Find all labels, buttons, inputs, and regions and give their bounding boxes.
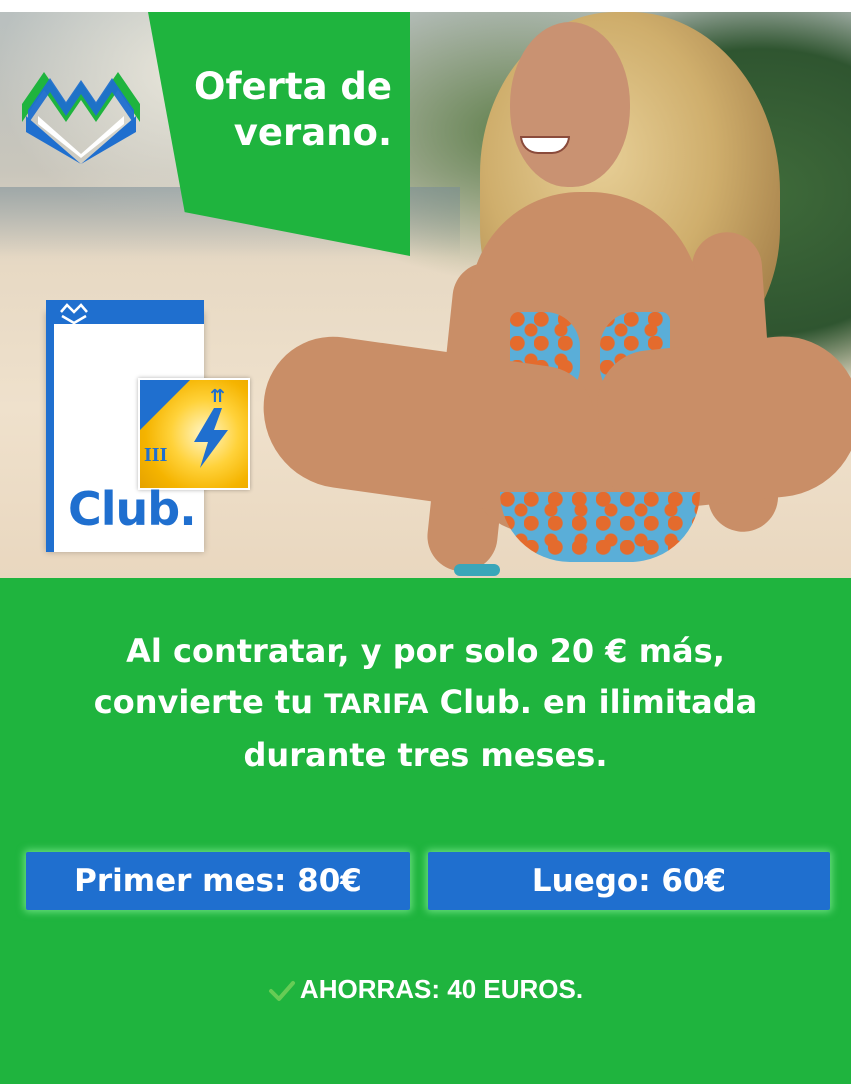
offer-line-2-pre: convierte tu: [93, 683, 325, 721]
sticker-corner: [140, 380, 190, 430]
club-product-box: ⇈ III Club.: [46, 300, 250, 552]
bracelet: [454, 564, 500, 576]
box-sticker: ⇈ III: [138, 378, 250, 490]
person-leg-right: [592, 328, 851, 516]
later-price-box: Luego: 60€: [428, 852, 830, 910]
offer-line-2-post: Club. en ilimitada: [428, 683, 758, 721]
lightning-bolt-icon: [194, 408, 228, 468]
first-month-price-box: Primer mes: 80€: [26, 852, 410, 910]
sticker-numeral: III: [144, 444, 168, 466]
offer-tarifa-word: TARIFA: [324, 689, 429, 720]
box-top-stripe: [46, 300, 204, 324]
mini-mountain-logo-icon: [60, 303, 88, 324]
bikini-bottom: [500, 492, 700, 562]
offer-description: Al contratar, y por solo 20 € más, convi…: [40, 626, 811, 781]
savings-line: AHORRAS: 40 EUROS.: [0, 974, 851, 1005]
person-face: [510, 22, 630, 187]
club-label: Club.: [68, 482, 197, 536]
offer-line-2: convierte tu TARIFA Club. en ilimitada: [40, 677, 811, 730]
offer-line-3: durante tres meses.: [243, 736, 608, 774]
banner-line-2: verano.: [233, 111, 392, 154]
promo-ad: Oferta de verano. ⇈ III Club. Al contrat…: [0, 12, 851, 1084]
banner-title: Oferta de verano.: [160, 64, 392, 156]
check-icon: [268, 981, 295, 1002]
double-up-arrows-icon: ⇈: [210, 386, 226, 407]
savings-text: AHORRAS: 40 EUROS.: [299, 974, 584, 1004]
banner-line-1: Oferta de: [193, 65, 392, 108]
mountain-logo-icon: [22, 72, 140, 164]
offer-line-1: Al contratar, y por solo 20 € más,: [126, 632, 725, 670]
